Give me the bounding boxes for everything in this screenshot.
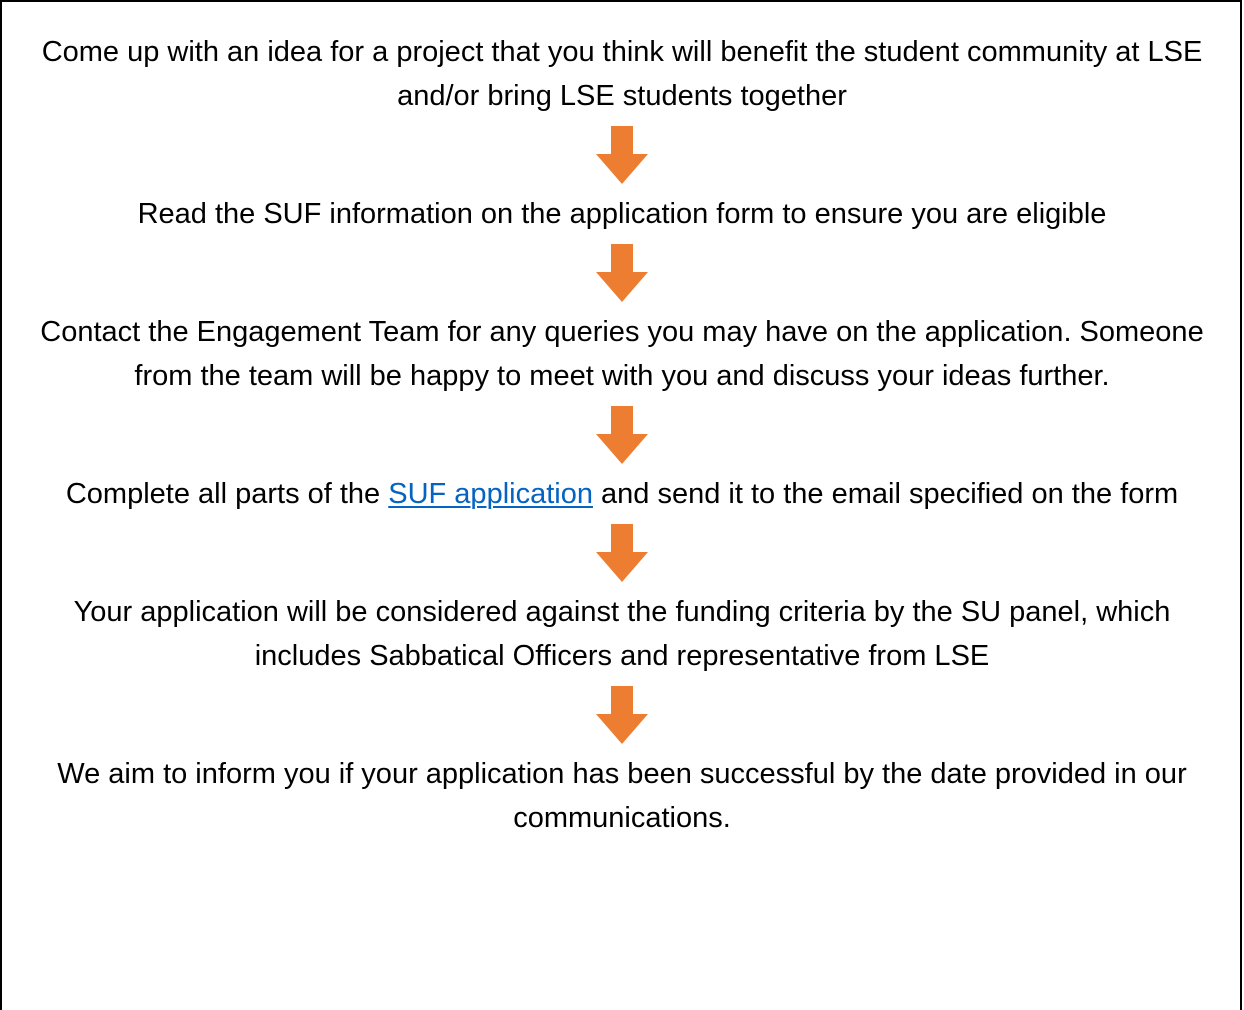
down-arrow-icon — [596, 126, 648, 184]
step-4-complete-application: Complete all parts of the SUF applicatio… — [20, 472, 1224, 516]
down-arrow-icon — [596, 244, 648, 302]
step-6-notification: We aim to inform you if your application… — [57, 758, 1187, 834]
down-arrow-icon — [596, 406, 648, 464]
step-4-text-after: and send it to the email specified on th… — [592, 478, 1179, 510]
down-arrow-icon — [596, 524, 648, 582]
suf-application-link[interactable]: SUF application — [388, 478, 593, 510]
step-3-contact-team: Contact the Engagement Team for any quer… — [40, 316, 1204, 392]
application-process-flowchart: Come up with an idea for a project that … — [0, 0, 1244, 840]
step-2-eligibility: Read the SUF information on the applicat… — [137, 198, 1107, 230]
step-5-panel-review: Your application will be considered agai… — [73, 596, 1171, 672]
step-1-idea: Come up with an idea for a project that … — [41, 36, 1203, 112]
step-4-text-before: Complete all parts of the — [65, 478, 389, 510]
down-arrow-icon — [596, 686, 648, 744]
